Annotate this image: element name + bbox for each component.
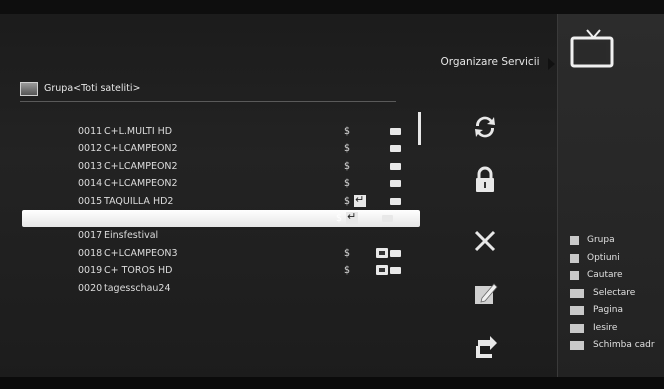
group-label: Grupa<Toti sateliti> [44, 83, 141, 94]
channel-name: tagesschau24 [104, 282, 171, 294]
channel-name: C+LCAMPEON2 [104, 143, 178, 155]
hd-icon [390, 249, 401, 257]
channel-number: 0017 [78, 230, 103, 242]
channel-row[interactable]: 0013 C+LCAMPEON2 $ [30, 158, 410, 175]
channel-number: 0015 [78, 195, 103, 207]
title-arrow-icon [548, 58, 555, 70]
hd-icon [390, 145, 401, 153]
channel-number: 0013 [78, 160, 103, 172]
key-legend: Grupa Optiuni Cautare Selectare Pagina Iesire… [570, 233, 664, 356]
pay-tv-marker: $ [344, 247, 351, 259]
scrollbar[interactable] [418, 112, 421, 145]
search-key-icon [570, 271, 579, 280]
legend-label: Optiuni [587, 252, 620, 263]
legend-item: Grupa [570, 233, 664, 251]
channel-row[interactable]: 0014 C+LCAMPEON2 $ [30, 175, 410, 192]
bottom-strip [0, 377, 664, 389]
legend-item: Optiuni [570, 251, 664, 269]
red-key-icon [570, 236, 579, 245]
legend-item: Selectare [570, 286, 664, 304]
legend-item: Cautare [570, 268, 664, 286]
channel-name: TAQUILLA HD2 [104, 195, 174, 207]
pay-tv-marker: $ [344, 126, 351, 137]
legend-label: Schimba cadr [593, 340, 655, 350]
return-icon [354, 193, 366, 207]
move-icon[interactable] [470, 332, 500, 362]
group-header[interactable]: Grupa<Toti sateliti> [20, 82, 400, 98]
legend-label: Selectare [593, 287, 636, 298]
channel-name: Einsfestival [104, 230, 159, 242]
legend-item: Pagina [570, 303, 664, 321]
hd-icon [390, 197, 401, 205]
channel-number: 0011 [78, 126, 103, 137]
channel-number: 0014 [78, 178, 103, 190]
swap-icon[interactable] [470, 112, 500, 142]
channel-row[interactable]: 0015 TAQUILLA HD2 $ [30, 193, 410, 210]
hd-icon [382, 214, 393, 222]
channel-row[interactable]: 0019 C+ TOROS HD $ [30, 262, 410, 279]
pay-tv-marker: $ [336, 212, 343, 224]
channel-number: 0012 [78, 143, 103, 155]
channel-number: 0020 [78, 282, 103, 294]
lock-icon [376, 247, 388, 258]
channel-number: 0018 [78, 247, 103, 259]
page-key-icon [570, 306, 584, 315]
exit-key-icon [570, 323, 584, 333]
channel-row[interactable]: 0011 C+L.MULTI HD $ [30, 123, 410, 140]
pay-tv-marker: $ [344, 178, 351, 190]
lock-icon[interactable] [470, 165, 500, 195]
hd-icon [390, 180, 401, 188]
one-key-icon [570, 288, 584, 298]
hd-icon [390, 162, 401, 170]
legend-item: Iesire [570, 321, 664, 339]
hd-icon [390, 267, 401, 275]
legend-label: Pagina [593, 305, 623, 315]
rename-icon[interactable] [470, 278, 500, 308]
channel-row-selected[interactable]: $ [22, 209, 420, 228]
legend-item: Schimba cadr [570, 338, 664, 356]
lr-key-icon [570, 341, 584, 350]
channel-row[interactable]: 0020 tagesschau24 [30, 280, 410, 297]
legend-label: Grupa [587, 235, 615, 245]
pay-tv-marker: $ [344, 265, 351, 277]
channel-row[interactable]: 0017 Einsfestival [30, 227, 410, 244]
channel-name: C+ TOROS HD [104, 265, 173, 277]
hd-icon [390, 128, 401, 135]
return-icon [346, 210, 358, 224]
lock-icon [376, 265, 388, 276]
tv-icon [570, 29, 614, 68]
channel-row[interactable]: 0012 C+LCAMPEON2 $ [30, 140, 410, 157]
delete-icon[interactable] [470, 226, 500, 256]
channel-name: C+LCAMPEON3 [104, 247, 178, 259]
legend-label: Cautare [587, 270, 623, 280]
legend-label: Iesire [593, 322, 618, 333]
group-divider [20, 101, 396, 102]
channel-name: C+LCAMPEON2 [104, 178, 178, 190]
satellite-group-icon [20, 82, 38, 96]
green-key-icon [570, 253, 579, 263]
pay-tv-marker: $ [344, 195, 351, 207]
pay-tv-marker: $ [344, 143, 351, 155]
channel-name: C+LCAMPEON2 [104, 160, 178, 172]
channel-number: 0019 [78, 265, 103, 277]
channel-name: C+L.MULTI HD [104, 126, 173, 137]
top-bar [0, 0, 664, 14]
pay-tv-marker: $ [344, 160, 351, 172]
channel-row[interactable]: 0018 C+LCAMPEON3 $ [30, 245, 410, 262]
page-title: Organizare Servicii [440, 56, 540, 68]
channel-list: 0011 C+L.MULTI HD $0012 C+LCAMPEON2 $0013 C+L… [22, 123, 420, 297]
